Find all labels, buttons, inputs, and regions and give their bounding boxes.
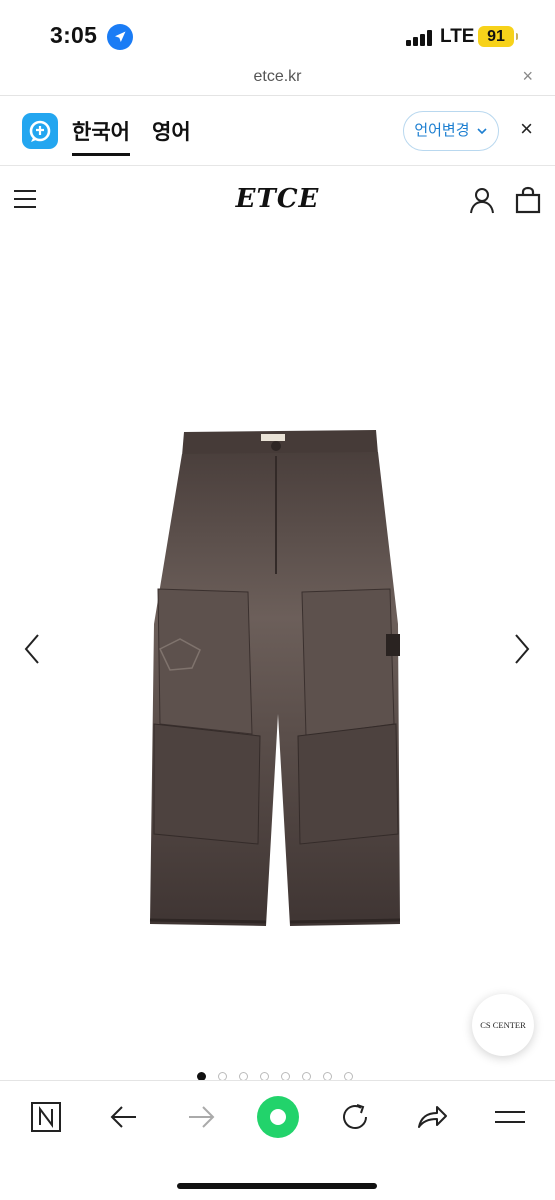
next-image-arrow-icon[interactable] <box>508 629 538 669</box>
product-image <box>140 424 416 944</box>
close-icon[interactable]: × <box>520 116 533 142</box>
url-bar[interactable]: etce.kr × <box>0 60 555 96</box>
translate-bar: 한국어 영어 언어변경 × <box>0 96 555 166</box>
close-icon[interactable]: × <box>522 66 533 87</box>
papago-translate-icon <box>22 113 58 149</box>
browser-toolbar <box>0 1080 555 1200</box>
url-text[interactable]: etce.kr <box>0 68 555 86</box>
menu-icon[interactable] <box>490 1097 530 1137</box>
user-icon[interactable] <box>468 186 496 214</box>
shopping-bag-icon[interactable] <box>514 186 542 214</box>
home-indicator[interactable] <box>177 1183 377 1189</box>
tab-english[interactable]: 영어 <box>152 116 191 146</box>
site-header: ETCE <box>0 166 555 234</box>
refresh-icon[interactable] <box>335 1097 375 1137</box>
previous-image-arrow-icon[interactable] <box>18 629 48 669</box>
location-arrow-icon <box>107 24 133 50</box>
forward-arrow-icon[interactable] <box>181 1097 221 1137</box>
product-image-carousel[interactable]: CS CENTER <box>0 234 555 1081</box>
cellular-signal-icon <box>406 30 432 46</box>
clock-time: 3:05 <box>50 22 98 48</box>
n-icon[interactable] <box>26 1097 66 1137</box>
network-type: LTE <box>440 26 475 47</box>
share-icon[interactable] <box>411 1097 451 1137</box>
back-arrow-icon[interactable] <box>104 1097 144 1137</box>
chevron-down-icon <box>476 113 488 150</box>
battery-indicator: 91 <box>478 26 518 47</box>
change-language-label: 언어변경 <box>414 122 470 139</box>
status-bar: 3:05 LTE 91 <box>0 0 555 66</box>
cs-center-button[interactable]: CS CENTER <box>472 994 534 1056</box>
change-language-button[interactable]: 언어변경 <box>403 111 499 151</box>
tab-korean[interactable]: 한국어 <box>72 116 130 156</box>
home-circle-icon[interactable] <box>256 1095 300 1139</box>
